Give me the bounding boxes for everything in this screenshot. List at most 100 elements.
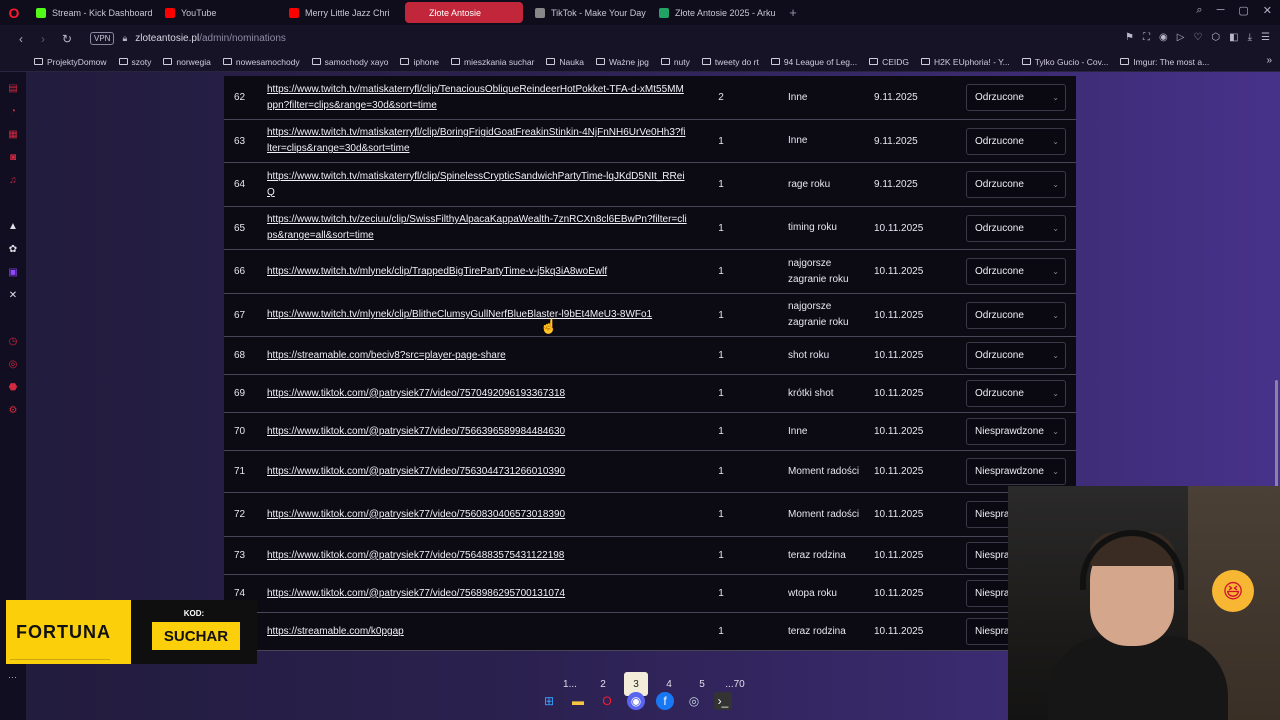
bookmark-label: mieszkania suchar xyxy=(464,56,535,67)
forward-icon[interactable]: › xyxy=(34,32,52,46)
status-select[interactable]: Niesprawdzone ⌄ xyxy=(966,458,1066,485)
status-select[interactable]: Odrzucone ⌄ xyxy=(966,380,1066,407)
facebook-icon[interactable]: f xyxy=(656,692,674,710)
bookmark-item[interactable]: Tylko Gucio - Cov... xyxy=(1021,57,1108,67)
x-icon[interactable]: ✕ xyxy=(7,289,19,301)
nomination-votes: 1 xyxy=(718,350,724,361)
status-select[interactable]: Odrzucone ⌄ xyxy=(966,84,1066,111)
settings-icon[interactable]: ⚙ xyxy=(7,404,19,416)
news-icon[interactable]: ▦ xyxy=(7,128,19,140)
bookmark-item[interactable]: H2K EUphoria! - Y... xyxy=(921,57,1010,67)
nomination-link[interactable]: https://www.twitch.tv/matiskaterryfl/cli… xyxy=(267,125,687,157)
bookmark-item[interactable]: szoty xyxy=(118,57,151,67)
browser-tab[interactable]: Złote Antosie 2025 - Arku xyxy=(651,2,783,23)
bookmark-item[interactable]: nowesamochody xyxy=(222,57,300,67)
nomination-votes: 2 xyxy=(718,92,724,103)
status-select[interactable]: Odrzucone ⌄ xyxy=(966,127,1066,155)
nomination-date: 10.11.2025 xyxy=(874,588,924,599)
maximize-icon[interactable]: ▢ xyxy=(1238,4,1248,17)
status-select[interactable]: Odrzucone ⌄ xyxy=(966,258,1066,285)
history-icon[interactable]: ◔ xyxy=(7,105,19,117)
nominations-table: 62 https://www.twitch.tv/matiskaterryfl/c… xyxy=(224,76,1076,651)
bookmark-item[interactable]: Ważne jpg xyxy=(595,57,649,67)
windows-start-icon[interactable]: ⊞ xyxy=(540,692,558,710)
bookmark-item[interactable]: mieszkania suchar xyxy=(451,57,534,67)
bookmark-item[interactable]: norwegia xyxy=(163,57,211,67)
close-icon[interactable]: ✕ xyxy=(1263,4,1272,17)
nomination-votes: 1 xyxy=(718,509,724,520)
extensions-icon[interactable]: ⬡ xyxy=(1211,32,1220,43)
menu-icon[interactable]: ☰ xyxy=(1261,32,1270,43)
browser-tab[interactable]: Złote Antosie xyxy=(405,2,523,23)
reload-icon[interactable]: ↻ xyxy=(58,32,76,46)
nomination-link[interactable]: https://streamable.com/beciv8?src=player… xyxy=(267,348,687,364)
url-field[interactable]: zloteantosie.pl/admin/nominations xyxy=(135,33,286,44)
steam-icon[interactable]: ◎ xyxy=(685,692,703,710)
opera-taskbar-icon[interactable]: O xyxy=(598,692,616,710)
bookmark-item[interactable]: Nauka xyxy=(546,57,584,67)
folder-icon xyxy=(222,58,232,65)
speed-dial-icon[interactable]: ▤ xyxy=(7,82,19,94)
nomination-link[interactable]: https://www.tiktok.com/@patrysiek77/vide… xyxy=(267,386,687,402)
play-icon[interactable]: ▷ xyxy=(1177,32,1185,43)
bookmark-icon[interactable]: ⚑ xyxy=(1125,32,1134,43)
chevron-down-icon: ⌄ xyxy=(1052,136,1059,146)
nomination-link[interactable]: https://streamable.com/k0pgap xyxy=(267,624,687,640)
nomination-link[interactable]: https://www.tiktok.com/@patrysiek77/vide… xyxy=(267,548,687,564)
status-select[interactable]: Odrzucone ⌄ xyxy=(966,171,1066,198)
download-icon[interactable]: ⤓ xyxy=(1248,32,1252,43)
player-icon[interactable]: ♫ xyxy=(7,174,19,186)
aria-icon[interactable]: ▲ xyxy=(7,220,19,232)
bookmark-item[interactable]: samochody xayo xyxy=(311,57,388,67)
bookmark-item[interactable]: Imgur: The most a... xyxy=(1120,57,1209,67)
status-select[interactable]: Odrzucone ⌄ xyxy=(966,342,1066,369)
heart-icon[interactable]: ♡ xyxy=(1193,32,1202,43)
bookmark-item[interactable]: nuty xyxy=(660,57,690,67)
nomination-link[interactable]: https://www.tiktok.com/@patrysiek77/vide… xyxy=(267,464,687,480)
nomination-link[interactable]: https://www.twitch.tv/matiskaterryfl/cli… xyxy=(267,82,687,114)
nomination-link[interactable]: https://www.twitch.tv/matiskaterryfl/cli… xyxy=(267,169,687,201)
browser-tab[interactable]: Merry Little Jazz Chri xyxy=(281,2,401,23)
discord-icon[interactable]: ◉ xyxy=(627,692,645,710)
chatgpt-icon[interactable]: ✿ xyxy=(7,243,19,255)
search-icon[interactable]: ⌕ xyxy=(1196,4,1202,17)
browser-tab[interactable]: TikTok - Make Your Day xyxy=(527,2,647,23)
browser-tab[interactable]: Stream - Kick Dashboard xyxy=(28,2,153,23)
workspaces-icon[interactable]: ⬣ xyxy=(7,381,19,393)
status-select[interactable]: Odrzucone ⌄ xyxy=(966,214,1066,242)
file-explorer-icon[interactable]: ▬ xyxy=(569,692,587,710)
camera-icon[interactable]: ◉ xyxy=(1159,32,1168,43)
tab-title: TikTok - Make Your Day xyxy=(551,7,646,18)
new-tab-button[interactable]: + xyxy=(783,5,803,20)
wallet-icon[interactable]: ◧ xyxy=(1229,32,1238,43)
clock-icon[interactable]: ◷ xyxy=(7,335,19,347)
pinboard-icon[interactable]: ◎ xyxy=(7,358,19,370)
terminal-icon[interactable]: ›_ xyxy=(714,692,732,710)
status-select[interactable]: Odrzucone ⌄ xyxy=(966,301,1066,329)
sidebar-more-icon[interactable]: ··· xyxy=(8,672,17,682)
table-row: 73 https://www.tiktok.com/@patrysiek77/vi… xyxy=(224,537,1076,575)
bookmark-item[interactable]: 94 League of Leg... xyxy=(770,57,857,67)
bookmark-item[interactable]: ProjektyDomow xyxy=(34,57,107,67)
screenshot-icon[interactable]: ⛶ xyxy=(1143,32,1150,43)
nomination-link[interactable]: https://www.tiktok.com/@patrysiek77/vide… xyxy=(267,424,687,440)
nomination-link[interactable]: https://www.twitch.tv/mlynek/clip/Trappe… xyxy=(267,264,687,280)
status-select[interactable]: Niesprawdzone ⌄ xyxy=(966,418,1066,445)
browser-tab[interactable]: YouTube xyxy=(157,2,277,23)
lock-icon[interactable]: 🔒︎ xyxy=(122,33,127,44)
messenger-icon[interactable]: ◙ xyxy=(7,151,19,163)
vpn-badge[interactable]: VPN xyxy=(90,32,115,45)
status-value: Niesprawdzone xyxy=(975,426,1044,437)
opera-logo-icon[interactable]: O xyxy=(0,0,28,25)
bookmark-item[interactable]: tweety do rt xyxy=(701,57,759,67)
back-icon[interactable]: ‹ xyxy=(12,32,30,46)
twitch-icon[interactable]: ▣ xyxy=(7,266,19,278)
nomination-link[interactable]: https://www.twitch.tv/zeciuu/clip/SwissF… xyxy=(267,212,687,244)
bookmarks-more-icon[interactable]: » xyxy=(1266,55,1272,66)
minimize-icon[interactable]: ─ xyxy=(1217,4,1225,17)
bookmark-item[interactable]: iphone xyxy=(400,57,439,67)
bookmark-item[interactable]: CEIDG xyxy=(869,57,909,67)
nomination-link[interactable]: https://www.twitch.tv/mlynek/clip/Blithe… xyxy=(267,307,687,323)
nomination-link[interactable]: https://www.tiktok.com/@patrysiek77/vide… xyxy=(267,507,687,523)
nomination-link[interactable]: https://www.tiktok.com/@patrysiek77/vide… xyxy=(267,586,687,602)
